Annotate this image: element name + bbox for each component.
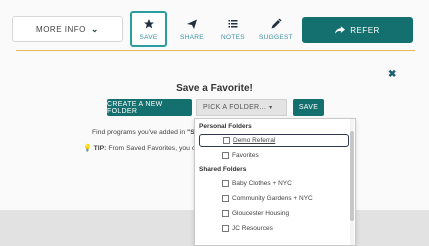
checkbox[interactable] <box>222 152 229 159</box>
create-folder-button[interactable]: CREATE A NEW FOLDER <box>107 99 192 116</box>
save-button[interactable]: SAVE <box>130 11 167 47</box>
star-icon <box>143 19 154 29</box>
more-info-label: MORE INFO <box>36 24 86 34</box>
share-arrow-icon <box>335 26 346 34</box>
checkbox[interactable] <box>222 225 229 232</box>
folder-option-favorites[interactable]: Favorites <box>199 149 349 162</box>
notes-button[interactable]: NOTES <box>216 13 250 45</box>
checkbox[interactable] <box>222 180 229 187</box>
folder-option-community-gardens[interactable]: Community Gardens + NYC <box>199 192 349 205</box>
pencil-icon <box>271 18 282 29</box>
tip-body: From Saved Favorites, you can <box>108 145 203 152</box>
folder-option-label: Favorites <box>232 152 259 159</box>
share-label: SHARE <box>180 34 204 41</box>
info-text: Find programs you've added in "Sav <box>92 129 202 136</box>
folder-option-gloucester-housing[interactable]: Gloucester Housing <box>199 207 349 220</box>
refer-button[interactable]: REFER <box>302 17 413 43</box>
dropdown-scrollbar-thumb[interactable] <box>350 131 354 221</box>
suggest-button[interactable]: SUGGEST <box>256 13 296 45</box>
info-text-body: Find programs you've added in <box>92 129 186 136</box>
folder-option-jc-resources[interactable]: JC Resources <box>199 222 349 235</box>
save-label: SAVE <box>139 34 158 41</box>
lightbulb-icon: 💡 <box>83 145 92 152</box>
folder-option-label: Gloucester Housing <box>232 210 290 217</box>
folder-dropdown: Personal Folders Demo Referral Favorites… <box>194 118 356 246</box>
folder-option-label: Community Gardens + NYC <box>232 195 313 202</box>
refer-label: REFER <box>350 25 380 35</box>
checkbox[interactable] <box>223 137 230 144</box>
tip-label: TIP: <box>93 145 107 152</box>
gold-divider <box>16 50 415 51</box>
share-button[interactable]: SHARE <box>175 13 209 45</box>
notes-label: NOTES <box>221 34 245 41</box>
folder-option-demo-referral[interactable]: Demo Referral <box>199 134 349 147</box>
caret-down-icon: ▾ <box>269 105 273 111</box>
close-icon[interactable]: ✖ <box>388 69 396 80</box>
folder-select[interactable]: PICK A FOLDER... ▾ <box>196 99 287 116</box>
dialog-title: Save a Favorite! <box>176 83 253 94</box>
folder-option-label: Baby Clothes + NYC <box>232 180 292 187</box>
folder-select-value: PICK A FOLDER... <box>203 104 267 111</box>
checkbox[interactable] <box>222 195 229 202</box>
chevron-down-icon: ⌄ <box>90 23 99 34</box>
folder-option-label: JC Resources <box>232 225 273 232</box>
action-toolbar: MORE INFO ⌄ SAVE SHARE NOTES SUGGEST REF… <box>12 11 420 47</box>
personal-folders-header: Personal Folders <box>199 123 252 130</box>
suggest-label: SUGGEST <box>259 34 293 41</box>
tip-text: 💡 TIP: From Saved Favorites, you can e <box>83 144 208 152</box>
list-icon <box>228 20 238 28</box>
checkbox[interactable] <box>222 210 229 217</box>
folder-option-baby-clothes[interactable]: Baby Clothes + NYC <box>199 177 349 190</box>
save-folder-button[interactable]: SAVE <box>293 99 324 116</box>
more-info-button[interactable]: MORE INFO ⌄ <box>12 16 123 42</box>
folder-option-label: Demo Referral <box>233 137 276 144</box>
shared-folders-header: Shared Folders <box>199 166 247 173</box>
paper-plane-icon <box>187 19 197 29</box>
